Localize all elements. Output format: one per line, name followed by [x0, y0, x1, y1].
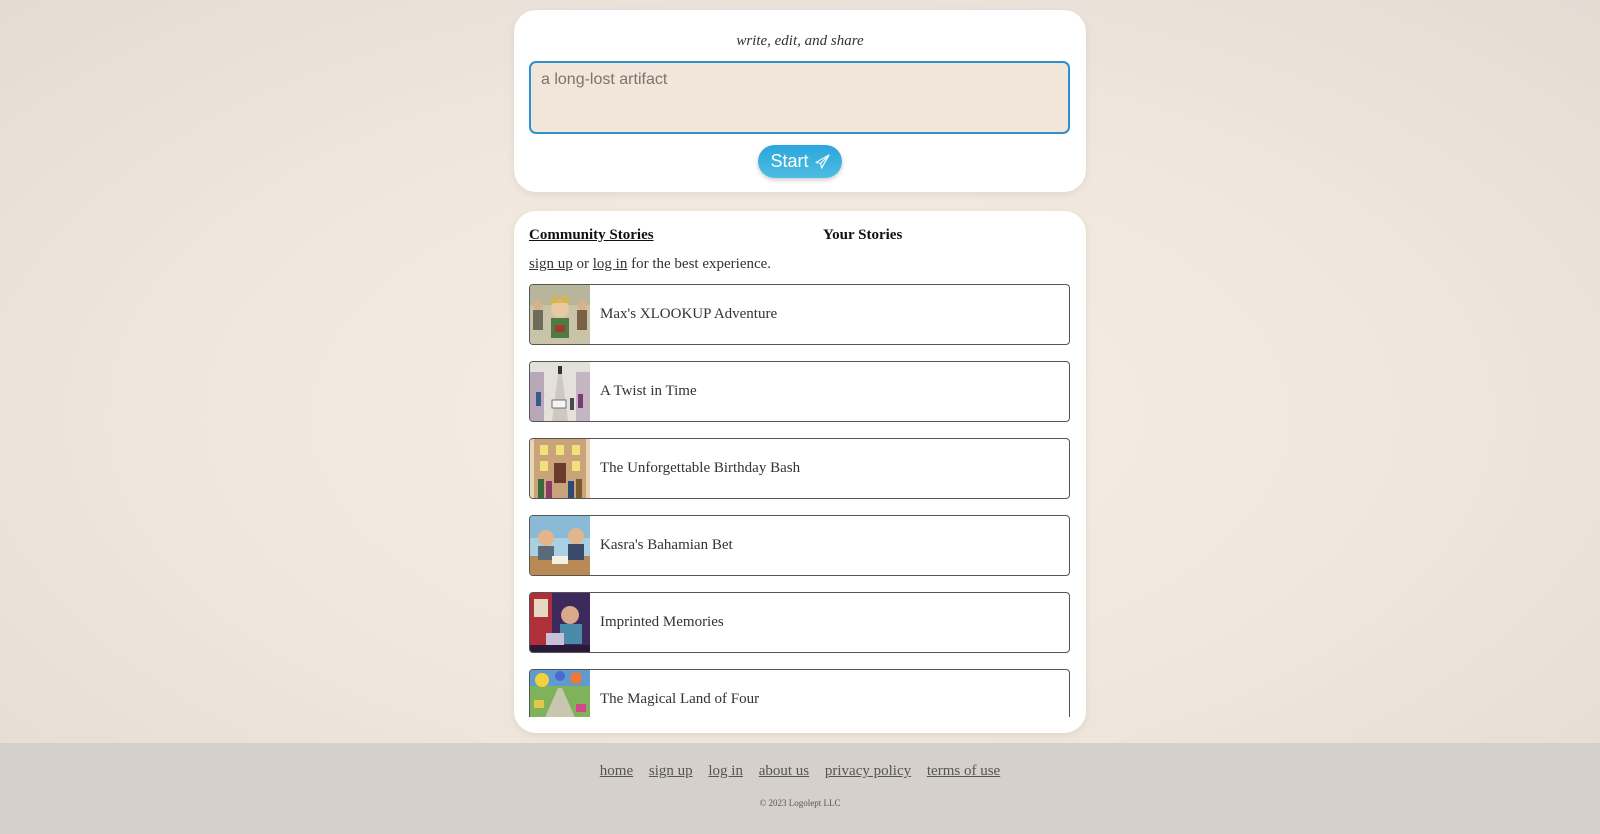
footer-link-home[interactable]: home — [600, 763, 633, 779]
footer-link-log-in[interactable]: log in — [708, 763, 743, 779]
log-in-link[interactable]: log in — [593, 256, 628, 272]
start-button[interactable]: Start — [758, 145, 842, 178]
footer-link-sign-up[interactable]: sign up — [649, 763, 693, 779]
story-prompt-input[interactable] — [529, 61, 1070, 134]
footer-link-about-us[interactable]: about us — [759, 763, 809, 779]
tab-community-stories[interactable]: Community Stories — [529, 227, 654, 244]
auth-prompt: sign up or log in for the best experienc… — [529, 256, 771, 273]
stories-card: Community Stories Your Stories sign up o… — [514, 211, 1086, 733]
tagline: write, edit, and share — [736, 33, 864, 49]
tab-your-stories[interactable]: Your Stories — [823, 227, 902, 244]
auth-or-text: or — [576, 256, 590, 272]
story-title: Imprinted Memories — [600, 614, 724, 630]
story-item[interactable]: Max's XLOOKUP Adventure — [529, 284, 1070, 345]
story-list: Max's XLOOKUP Adventure A Twist in Time — [529, 284, 1070, 717]
footer-links: home sign up log in about us privacy pol… — [0, 763, 1600, 780]
story-title: Kasra's Bahamian Bet — [600, 537, 733, 553]
story-item[interactable]: The Unforgettable Birthday Bash — [529, 438, 1070, 499]
start-button-label: Start — [770, 151, 809, 171]
footer-link-terms-of-use[interactable]: terms of use — [927, 763, 1000, 779]
story-title: The Unforgettable Birthday Bash — [600, 460, 801, 476]
story-thumbnail — [530, 439, 590, 498]
story-item[interactable]: A Twist in Time — [529, 361, 1070, 422]
story-thumbnail — [530, 670, 590, 717]
story-item[interactable]: Imprinted Memories — [529, 592, 1070, 653]
auth-suffix-text: for the best experience. — [631, 256, 772, 272]
story-item[interactable]: Kasra's Bahamian Bet — [529, 515, 1070, 576]
story-item[interactable]: The Magical Land of Four — [529, 669, 1070, 717]
story-title: The Magical Land of Four — [600, 691, 760, 707]
compose-card: write, edit, and share Start — [514, 10, 1086, 192]
story-thumbnail — [530, 593, 590, 652]
copyright: © 2023 Logolept LLC — [759, 798, 841, 808]
paper-plane-icon — [814, 154, 830, 169]
story-thumbnail — [530, 362, 590, 421]
footer-link-privacy-policy[interactable]: privacy policy — [825, 763, 911, 779]
footer: home sign up log in about us privacy pol… — [0, 743, 1600, 834]
story-title: A Twist in Time — [600, 383, 697, 399]
story-tabs: Community Stories Your Stories — [529, 227, 1069, 249]
story-thumbnail — [530, 285, 590, 344]
story-thumbnail — [530, 516, 590, 575]
sign-up-link[interactable]: sign up — [529, 256, 573, 272]
story-title: Max's XLOOKUP Adventure — [600, 306, 778, 322]
